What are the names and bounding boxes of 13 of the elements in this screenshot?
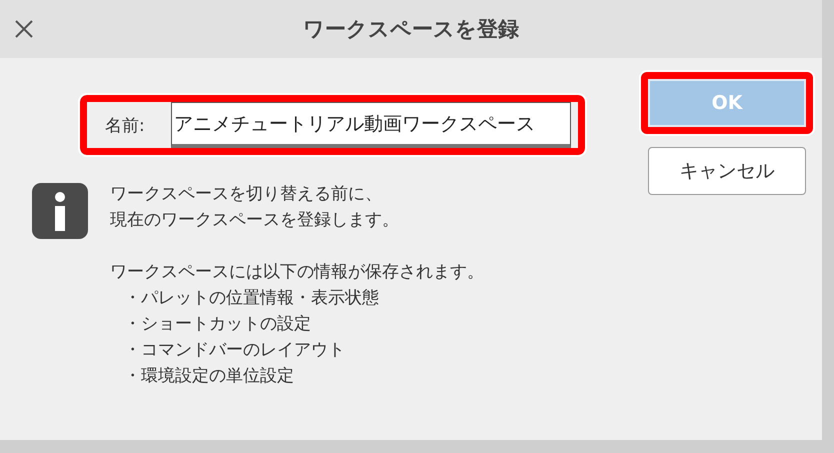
bullet-item: ・パレットの位置情報・表示状態: [123, 287, 380, 310]
cancel-button[interactable]: キャンセル: [648, 147, 806, 195]
message-line: 現在のワークスペースを登録します。: [110, 209, 400, 232]
bullet-item: ・環境設定の単位設定: [123, 365, 295, 388]
bullet-item: ・ショートカットの設定: [123, 313, 312, 336]
message-line: ワークスペースを切り替える前に、: [110, 183, 383, 206]
name-field[interactable]: アニメチュートリアル動画ワークスペース: [171, 102, 571, 148]
message-line: ワークスペースには以下の情報が保存されます。: [110, 261, 484, 284]
window-title: ワークスペースを登録: [303, 16, 519, 43]
bullet-item: ・コマンドバーのレイアウト: [123, 339, 346, 362]
name-label: 名前:: [105, 114, 146, 136]
close-icon[interactable]: [14, 19, 34, 39]
info-icon: [32, 183, 88, 239]
